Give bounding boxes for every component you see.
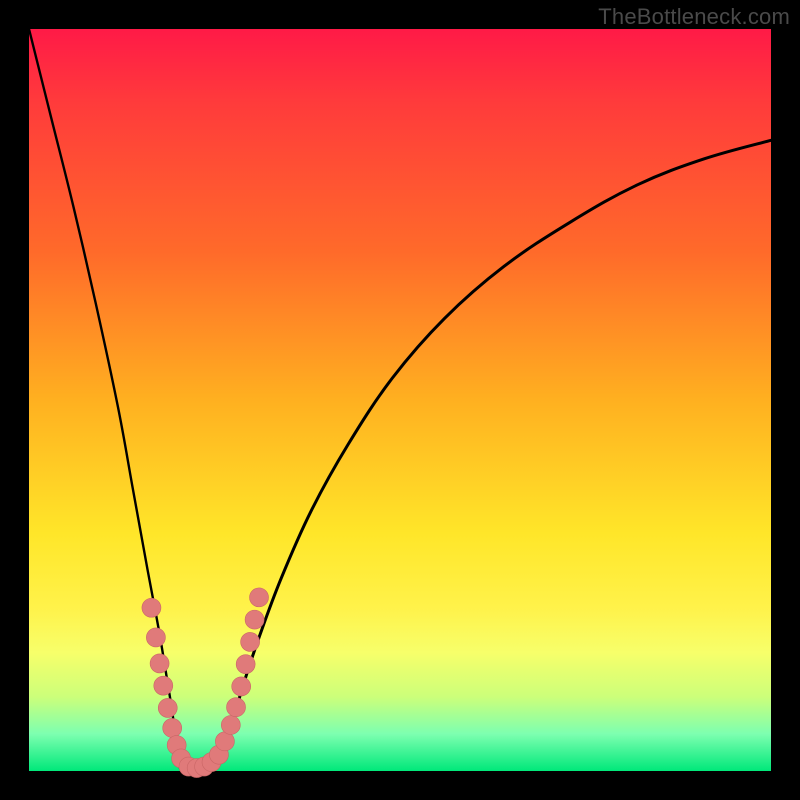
cluster-dot bbox=[163, 718, 182, 737]
cluster-dot bbox=[232, 677, 251, 696]
right-curve bbox=[215, 140, 772, 760]
cluster-dot bbox=[227, 698, 246, 717]
cluster-dot bbox=[158, 698, 177, 717]
chart-svg bbox=[29, 29, 771, 771]
left-curve bbox=[29, 29, 215, 771]
cluster-dot bbox=[236, 655, 255, 674]
cluster-dot bbox=[241, 632, 260, 651]
attribution-watermark: TheBottleneck.com bbox=[598, 4, 790, 30]
cluster-dot bbox=[142, 598, 161, 617]
cluster-dot bbox=[221, 716, 240, 735]
point-cluster bbox=[142, 588, 269, 778]
cluster-dot bbox=[154, 676, 173, 695]
cluster-dot bbox=[245, 610, 264, 629]
cluster-dot bbox=[250, 588, 269, 607]
cluster-dot bbox=[150, 654, 169, 673]
cluster-dot bbox=[146, 628, 165, 647]
